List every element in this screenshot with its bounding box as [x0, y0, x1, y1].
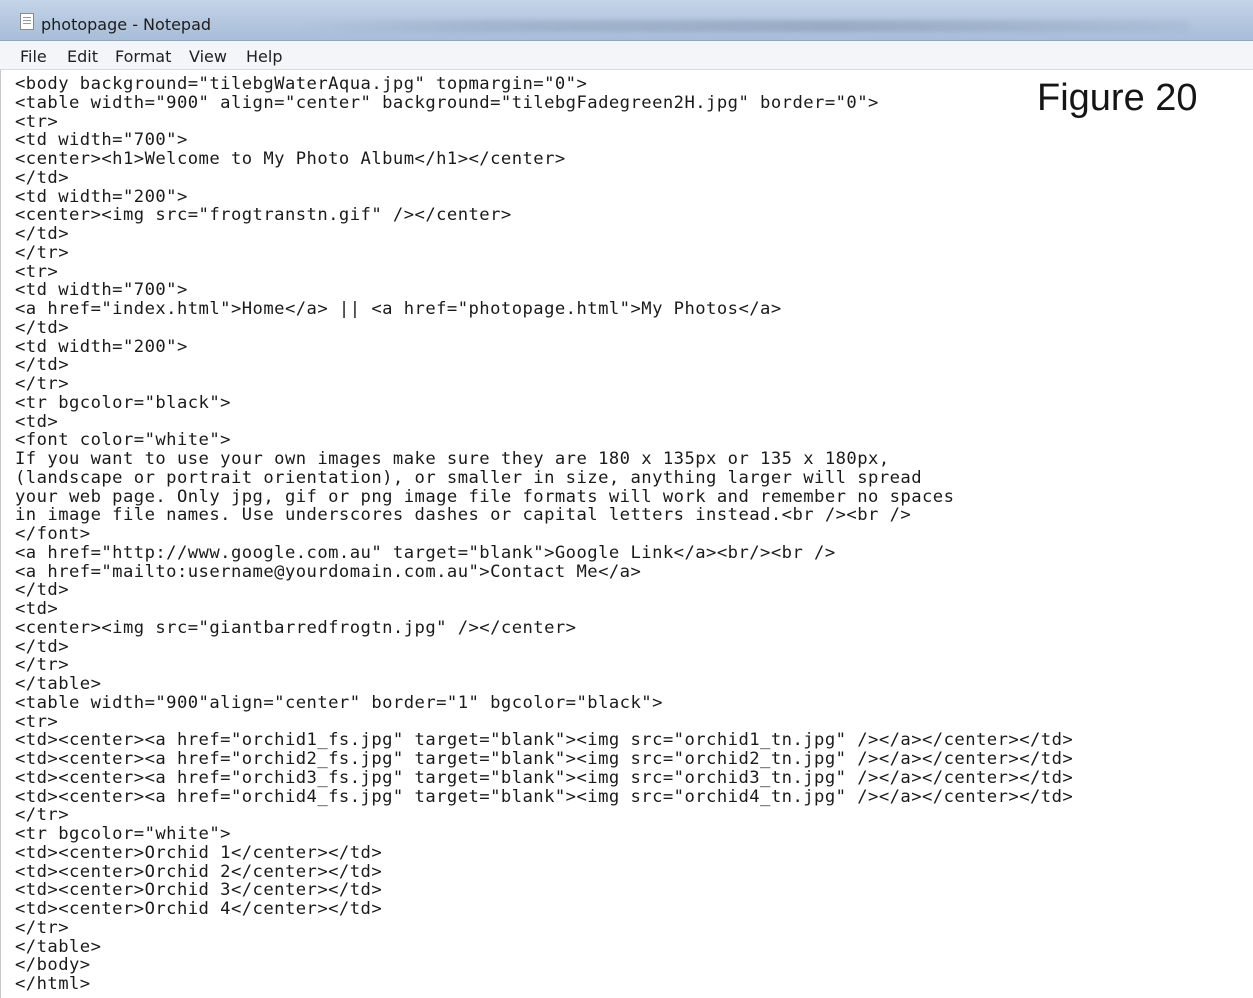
notepad-icon [20, 13, 34, 30]
code-line: <td><center><a href="orchid4_fs.jpg" tar… [15, 786, 1074, 807]
code-line: <td width="700"> [15, 130, 188, 151]
code-line: </tr> [15, 805, 69, 826]
title-bar-decoration [300, 20, 1190, 32]
code-line: <td width="200"> [15, 336, 188, 357]
code-line: <center><img src="frogtranstn.gif" /></c… [15, 205, 512, 226]
code-line: <td><center>Orchid 2</center></td> [15, 861, 383, 882]
code-line: </tr> [15, 917, 69, 938]
code-line: <body background="tilebgWaterAqua.jpg" t… [15, 74, 588, 94]
code-line: </font> [15, 524, 91, 544]
code-line: </table> [15, 674, 102, 694]
code-line: <td width="700"> [15, 280, 188, 301]
code-line: <td> [15, 411, 59, 432]
code-line: <a href="mailto:username@yourdomain.com.… [15, 561, 642, 582]
menu-file[interactable]: File [20, 47, 47, 66]
code-line: in image file names. Use underscores das… [15, 505, 912, 526]
code-line: </tr> [15, 242, 69, 263]
code-text[interactable]: <body background="tilebgWaterAqua.jpg" t… [15, 75, 1073, 994]
code-line: <tr bgcolor="white"> [15, 824, 231, 844]
code-line: <td width="200"> [15, 186, 188, 207]
title-bar[interactable]: photopage - Notepad [0, 0, 1253, 41]
code-line: <tr> [15, 711, 59, 732]
menu-help[interactable]: Help [246, 47, 282, 66]
menu-view[interactable]: View [189, 47, 227, 66]
code-line: </table> [15, 936, 102, 957]
text-editor-area[interactable]: <body background="tilebgWaterAqua.jpg" t… [0, 70, 1253, 998]
window-title: photopage - Notepad [41, 15, 212, 34]
menu-bar: File Edit Format View Help [0, 41, 1253, 70]
code-line: </td> [15, 317, 69, 338]
code-line: </td> [15, 355, 69, 376]
figure-label: Figure 20 [1037, 77, 1198, 119]
code-line: </td> [15, 636, 69, 657]
code-line: <td><center><a href="orchid3_fs.jpg" tar… [15, 767, 1074, 788]
code-line: If you want to use your own images make … [15, 449, 890, 469]
code-line: <td> [15, 599, 59, 619]
code-line: <font color="white"> [15, 430, 231, 451]
code-line: <td><center><a href="orchid2_fs.jpg" tar… [15, 749, 1074, 769]
code-line: <tr> [15, 111, 59, 132]
code-line: </td> [15, 580, 69, 601]
menu-edit[interactable]: Edit [67, 47, 98, 66]
code-line: <a href="http://www.google.com.au" targe… [15, 542, 836, 563]
code-line: <tr bgcolor="black"> [15, 392, 231, 413]
code-line: <center><img src="giantbarredfrogtn.jpg"… [15, 617, 577, 638]
code-line: </body> [15, 955, 91, 976]
code-line: (landscape or portrait orientation), or … [15, 467, 923, 488]
code-line: </html> [15, 974, 91, 994]
code-line: <center><h1>Welcome to My Photo Album</h… [15, 149, 566, 169]
code-line: <a href="index.html">Home</a> || <a href… [15, 299, 782, 319]
code-line: </td> [15, 224, 69, 244]
code-line: <td><center>Orchid 1</center></td> [15, 842, 383, 863]
menu-format[interactable]: Format [115, 47, 171, 66]
code-line: <td><center>Orchid 4</center></td> [15, 899, 383, 919]
code-line: <tr> [15, 261, 59, 282]
code-line: your web page. Only jpg, gif or png imag… [15, 486, 955, 507]
code-line: <td><center><a href="orchid1_fs.jpg" tar… [15, 730, 1074, 751]
code-line: </tr> [15, 374, 69, 394]
code-line: </td> [15, 167, 69, 188]
code-line: <td><center>Orchid 3</center></td> [15, 880, 383, 901]
code-line: <table width="900" align="center" backgr… [15, 92, 879, 113]
code-line: </tr> [15, 655, 69, 676]
code-line: <table width="900"align="center" border=… [15, 692, 663, 713]
